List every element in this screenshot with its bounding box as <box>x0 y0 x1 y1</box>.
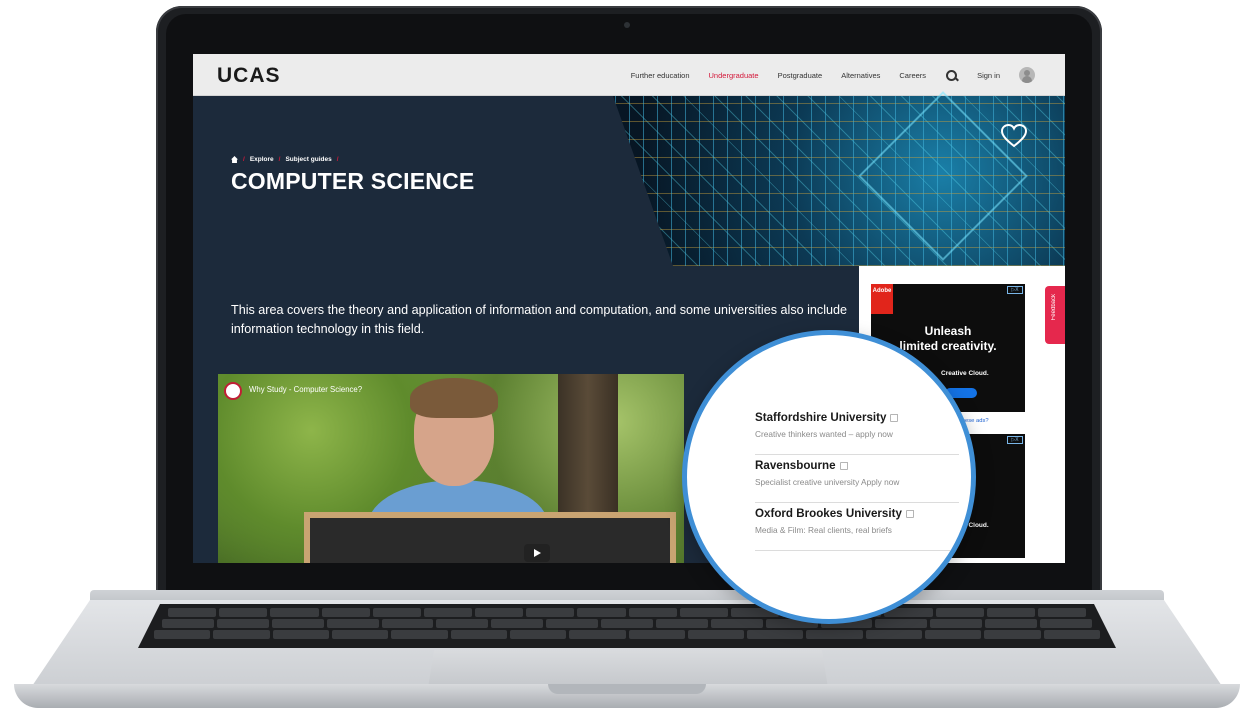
camera-dot <box>624 22 630 28</box>
university-tagline: Media & Film: Real clients, real briefs <box>755 525 892 535</box>
magnifier-callout: Staffordshire University Creative thinke… <box>682 330 976 624</box>
breadcrumb-explore[interactable]: Explore <box>250 156 274 163</box>
ad-choices-icon[interactable]: ▷X <box>1007 436 1023 444</box>
external-link-icon <box>890 413 899 422</box>
list-item[interactable]: Ravensbourne Specialist creative univers… <box>755 455 959 503</box>
university-tagline: Creative thinkers wanted – apply now <box>755 429 893 439</box>
sign-in-link[interactable]: Sign in <box>977 71 1000 80</box>
list-item[interactable]: Staffordshire University Creative thinke… <box>755 407 959 455</box>
nav-undergraduate[interactable]: Undergraduate <box>709 71 759 80</box>
intro-paragraph: This area covers the theory and applicat… <box>231 303 848 336</box>
feedback-tab[interactable]: Feedback <box>1045 286 1065 344</box>
ucas-logo[interactable]: UCAS <box>217 64 281 88</box>
nav-further-education[interactable]: Further education <box>631 71 690 80</box>
adobe-logo: Adobe <box>871 284 893 314</box>
channel-avatar[interactable] <box>224 382 242 400</box>
video-person-hair <box>410 378 498 418</box>
list-item[interactable]: Oxford Brookes University Media & Film: … <box>755 503 959 551</box>
avatar[interactable] <box>1019 67 1035 83</box>
breadcrumb-subject-guides[interactable]: Subject guides <box>285 156 331 163</box>
nav-postgraduate[interactable]: Postgraduate <box>778 71 823 80</box>
university-name[interactable]: Ravensbourne <box>755 459 836 472</box>
video-player[interactable]: Why Study - Computer Science? <box>218 374 684 563</box>
sponsored-list: Staffordshire University Creative thinke… <box>755 407 959 551</box>
laptop-notch <box>548 684 706 694</box>
nav-careers[interactable]: Careers <box>899 71 926 80</box>
external-link-icon <box>839 461 848 470</box>
ad-choices-icon[interactable]: ▷X <box>1007 286 1023 294</box>
external-link-icon <box>905 509 914 518</box>
university-name[interactable]: Staffordshire University <box>755 411 886 424</box>
trackpad <box>428 650 828 688</box>
breadcrumb-separator: / <box>278 156 281 163</box>
heart-icon[interactable] <box>1001 124 1027 148</box>
laptop-keyboard <box>138 604 1116 648</box>
ad-headline: Unleash <box>924 324 972 338</box>
university-name[interactable]: Oxford Brookes University <box>755 507 902 520</box>
search-icon[interactable] <box>945 69 958 82</box>
main-nav: Further education Undergraduate Postgrad… <box>631 54 1035 96</box>
nav-alternatives[interactable]: Alternatives <box>841 71 880 80</box>
home-icon[interactable] <box>231 156 238 163</box>
breadcrumb-separator: / <box>243 156 245 163</box>
play-icon[interactable] <box>524 544 550 562</box>
site-header: UCAS Further education Undergraduate Pos… <box>193 54 1065 96</box>
video-title[interactable]: Why Study - Computer Science? <box>249 385 362 394</box>
ad-product: Creative Cloud. <box>941 370 989 377</box>
university-tagline: Specialist creative university Apply now <box>755 477 900 487</box>
page-title: COMPUTER SCIENCE <box>231 168 475 194</box>
feedback-label: Feedback <box>1051 294 1057 321</box>
breadcrumb: / Explore / Subject guides / <box>231 156 339 163</box>
video-chalkboard <box>304 512 676 563</box>
breadcrumb-separator: / <box>336 156 339 163</box>
